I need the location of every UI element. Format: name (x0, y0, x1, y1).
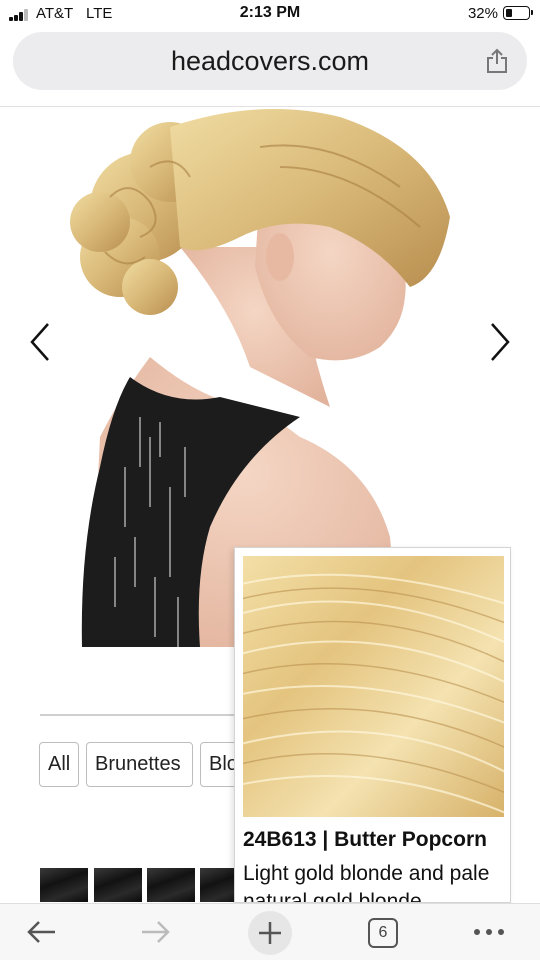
hair-color-swatch-image (243, 556, 504, 817)
filter-brunettes-button[interactable]: Brunettes (86, 742, 193, 787)
chevron-right-icon[interactable] (488, 320, 512, 364)
battery-fill (506, 9, 513, 17)
color-swatch[interactable] (94, 868, 142, 902)
more-icon[interactable] (472, 914, 506, 950)
color-swatch[interactable] (147, 868, 195, 902)
swatch-title: 24B613 | Butter Popcorn (243, 828, 487, 851)
new-tab-plus-icon[interactable] (247, 910, 293, 956)
color-swatch-popup: 24B613 | Butter Popcorn Light gold blond… (234, 547, 511, 903)
chevron-left-icon[interactable] (28, 320, 52, 364)
section-divider (40, 714, 240, 716)
tabs-icon[interactable]: 6 (368, 918, 398, 948)
clock: 2:13 PM (239, 4, 301, 21)
filter-all-button[interactable]: All (39, 742, 79, 787)
status-bar: AT&T LTE 2:13 PM 32% (0, 0, 540, 28)
battery-percent: 32% (467, 5, 498, 22)
share-icon[interactable] (485, 48, 509, 74)
back-arrow-icon[interactable] (25, 914, 57, 950)
address-bar[interactable]: headcovers.com (13, 32, 527, 90)
swatch-description: Light gold blonde and pale natural gold … (243, 862, 490, 903)
color-swatch[interactable] (40, 868, 88, 902)
url-text[interactable]: headcovers.com (13, 46, 527, 77)
battery-icon (503, 6, 533, 20)
browser-toolbar: 6 (0, 903, 540, 960)
forward-arrow-icon[interactable] (140, 914, 172, 950)
